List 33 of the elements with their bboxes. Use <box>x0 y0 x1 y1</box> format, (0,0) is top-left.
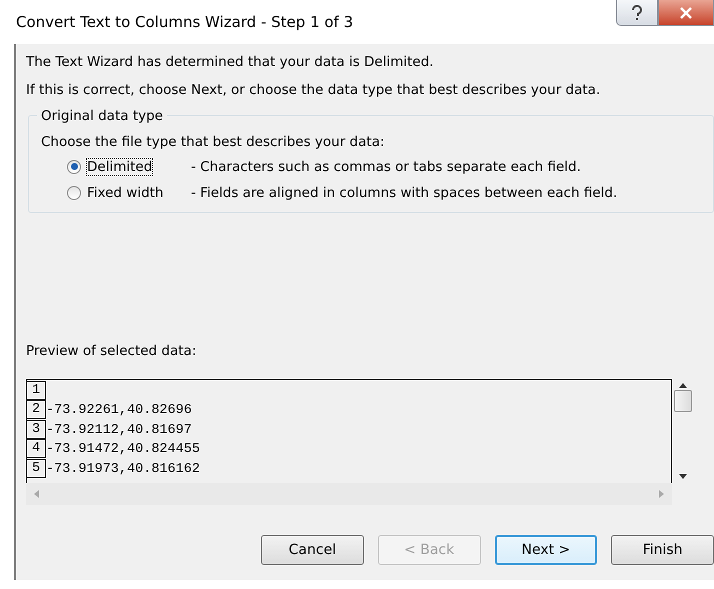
preview-text: -73.92112,40.81697 <box>46 422 192 438</box>
row-number: 5 <box>27 458 46 478</box>
intro-text: If this is correct, choose Next, or choose the data type that best describes your data. <box>26 81 602 100</box>
close-icon <box>679 6 693 18</box>
row-number: 3 <box>27 420 46 438</box>
row-number: 1 <box>27 380 46 400</box>
radio-button[interactable] <box>67 160 81 174</box>
help-icon <box>631 4 643 20</box>
scroll-up-icon <box>679 383 687 388</box>
intro-text: The Text Wizard has determined that your data is Delimited. <box>26 53 435 72</box>
wizard-button[interactable]: Next > <box>494 535 598 565</box>
scroll-right-icon <box>659 490 664 498</box>
preview-text: -73.91472,40.824455 <box>46 441 200 458</box>
row-number: 4 <box>27 439 46 458</box>
help-button[interactable] <box>616 0 658 26</box>
option-description: - Characters such as commas or tabs separate each field. <box>191 158 581 177</box>
preview-label: Preview of selected data: <box>26 342 198 361</box>
wizard-button[interactable]: Cancel <box>261 535 364 565</box>
wizard-button[interactable]: Finish <box>611 535 714 565</box>
radio-label[interactable]: Fixed width <box>87 184 164 201</box>
window-title: Convert Text to Columns Wizard - Step 1 of 3 <box>16 12 354 33</box>
scroll-left-icon <box>34 490 39 498</box>
radio-label[interactable]: Delimited <box>87 158 152 175</box>
group-prompt: Choose the file type that best describes your data: <box>41 132 386 152</box>
horizontal-scrollbar[interactable] <box>26 483 672 505</box>
option-description: - Fields are aligned in columns with spaces between each field. <box>191 184 618 203</box>
scroll-down-icon <box>679 474 687 479</box>
radio-button[interactable] <box>67 186 81 200</box>
preview-text: -73.91973,40.816162 <box>46 460 200 478</box>
row-number: 2 <box>27 400 46 419</box>
scroll-thumb[interactable] <box>674 390 692 412</box>
preview-text: -73.92261,40.82696 <box>46 402 192 419</box>
close-button[interactable] <box>658 0 714 26</box>
